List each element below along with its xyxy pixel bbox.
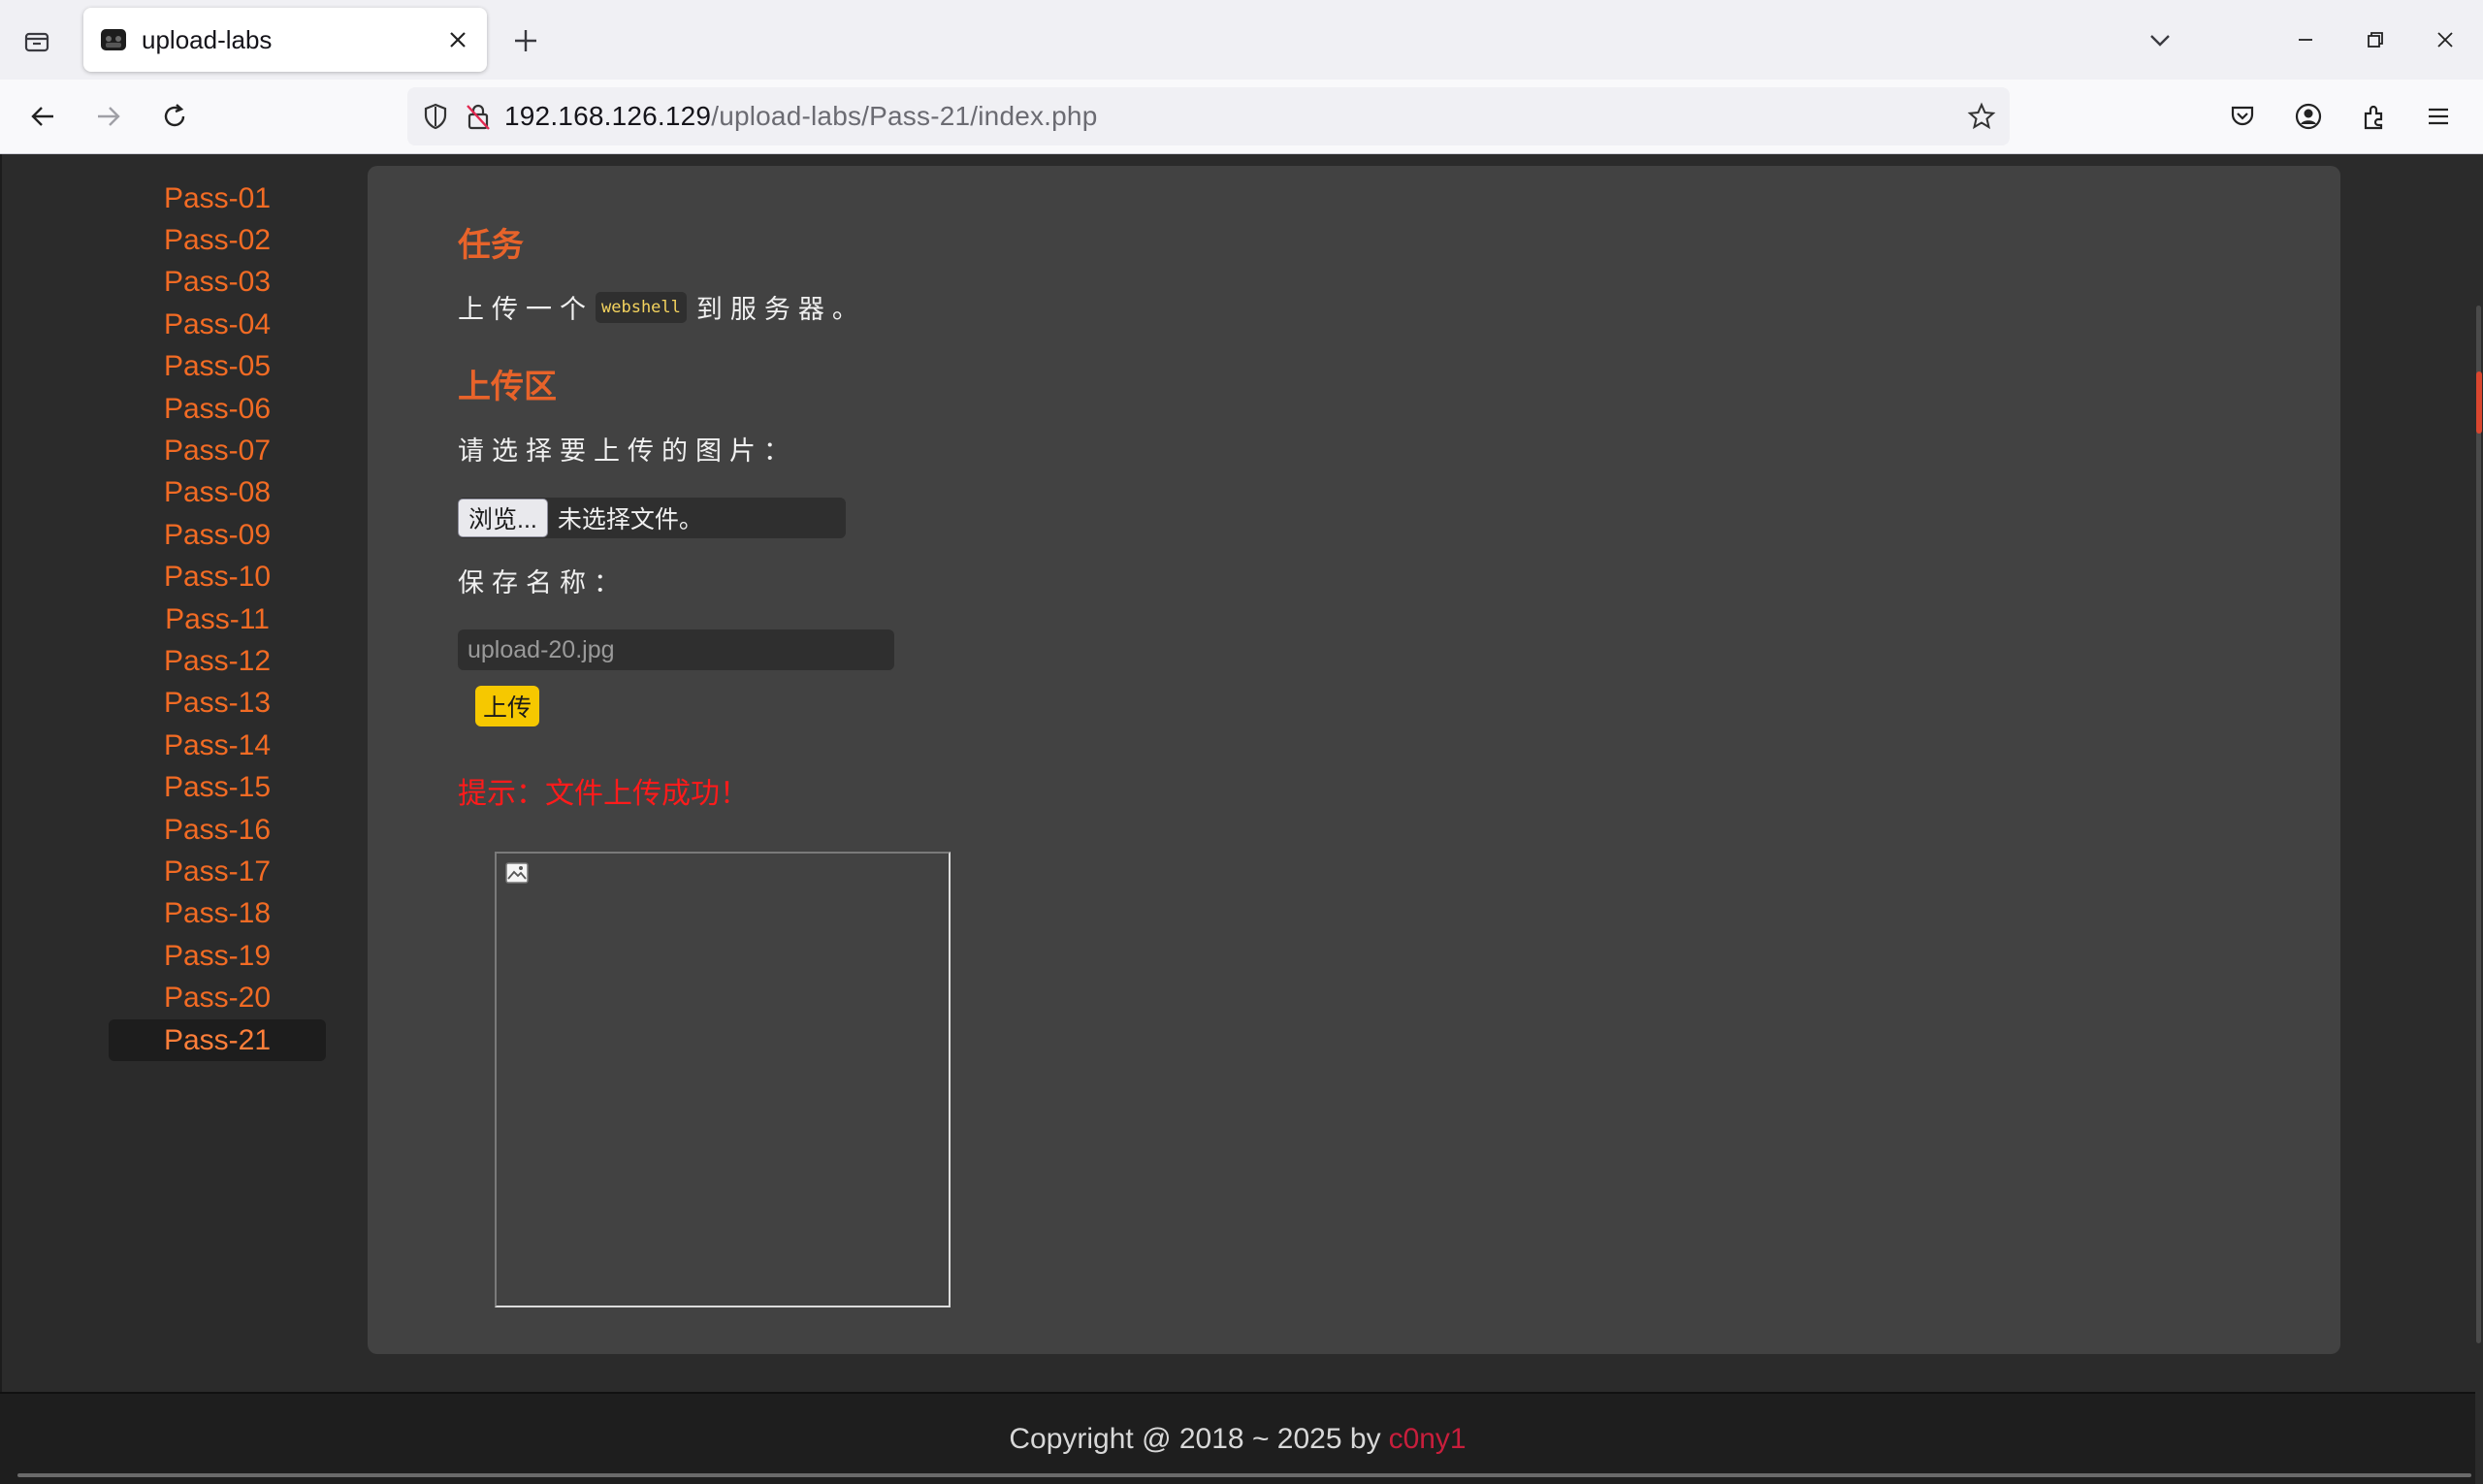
sidebar-item-pass-03[interactable]: Pass-03 (109, 262, 326, 304)
bookmark-star-icon[interactable] (1967, 102, 1996, 136)
sidebar-item-pass-16[interactable]: Pass-16 (109, 809, 326, 851)
sidebar-item-pass-10[interactable]: Pass-10 (109, 557, 326, 598)
scrollbar-thumb[interactable] (2476, 306, 2481, 1343)
minimize-icon[interactable] (2281, 17, 2330, 62)
list-all-tabs-chevron-down-icon[interactable] (2136, 17, 2184, 62)
task-heading: 任务 (458, 227, 524, 264)
sidebar-item-pass-17[interactable]: Pass-17 (109, 851, 326, 892)
sidebar-nav: Pass-01 Pass-02 Pass-03 Pass-04 Pass-05 … (109, 177, 326, 1062)
page-frame: Pass-01 Pass-02 Pass-03 Pass-04 Pass-05 … (0, 154, 2475, 1392)
browse-button[interactable]: 浏览... (458, 499, 548, 537)
upload-submit-button[interactable]: 上传 (475, 686, 540, 726)
footer: Copyright @ 2018 ~ 2025 by c0ny1 (0, 1392, 2475, 1484)
save-name-input[interactable]: upload-20.jpg (458, 629, 894, 670)
scrollbar-position-marker (2476, 371, 2482, 434)
sidebar-item-pass-13[interactable]: Pass-13 (109, 683, 326, 725)
task-suffix: 到服务器。 (695, 295, 866, 324)
upload-success-tip: 提示：文件上传成功！ (458, 778, 749, 810)
task-description: 上传一个 webshell 到服务器。 (458, 288, 866, 326)
sidebar-item-pass-20[interactable]: Pass-20 (109, 977, 326, 1018)
upload-heading: 上传区 (458, 369, 557, 405)
sidebar-item-pass-14[interactable]: Pass-14 (109, 725, 326, 766)
account-icon[interactable] (2285, 93, 2332, 140)
new-tab-plus-icon[interactable] (504, 19, 547, 62)
restore-window-icon[interactable] (2351, 17, 2400, 62)
horizontal-scrollbar[interactable] (17, 1473, 2471, 1477)
forward-arrow-icon[interactable] (85, 93, 132, 140)
save-name-label: 保存名称： (458, 568, 628, 597)
copyright-text: Copyright @ 2018 ~ 2025 by (1009, 1422, 1381, 1455)
close-window-icon[interactable] (2421, 17, 2469, 62)
insecure-lock-icon[interactable] (464, 102, 493, 131)
file-input[interactable]: 浏览... 未选择文件。 (458, 498, 846, 538)
reload-icon[interactable] (151, 93, 198, 140)
tab-bar: upload-labs (0, 0, 2483, 80)
site-favicon-icon (99, 25, 128, 54)
sidebar-item-pass-21[interactable]: Pass-21 (109, 1018, 326, 1062)
navigation-bar: 192.168.126.129/upload-labs/Pass-21/inde… (0, 80, 2483, 154)
extensions-icon[interactable] (2351, 93, 2398, 140)
sidebar-item-pass-05[interactable]: Pass-05 (109, 346, 326, 388)
sidebar-item-pass-12[interactable]: Pass-12 (109, 640, 326, 682)
sidebar-item-pass-01[interactable]: Pass-01 (109, 177, 326, 219)
sidebar-item-pass-07[interactable]: Pass-07 (109, 430, 326, 471)
sidebar-item-pass-19[interactable]: Pass-19 (109, 935, 326, 977)
url-text: 192.168.126.129/upload-labs/Pass-21/inde… (504, 101, 1097, 132)
browser-tab[interactable]: upload-labs (83, 8, 487, 72)
page-content: Pass-01 Pass-02 Pass-03 Pass-04 Pass-05 … (0, 154, 2483, 1484)
task-prefix: 上传一个 (458, 295, 594, 324)
sidebar-item-pass-06[interactable]: Pass-06 (109, 388, 326, 430)
author-link[interactable]: c0ny1 (1389, 1423, 1467, 1456)
tab-title: upload-labs (142, 24, 273, 54)
url-path: /upload-labs/Pass-21/index.php (711, 101, 1098, 131)
back-arrow-icon[interactable] (19, 93, 66, 140)
file-status-text: 未选择文件。 (557, 506, 703, 533)
close-tab-icon[interactable] (438, 20, 477, 59)
menu-hamburger-icon[interactable] (2415, 93, 2462, 140)
vertical-scrollbar[interactable] (2475, 154, 2483, 1482)
broken-image-icon (504, 861, 530, 887)
pocket-icon[interactable] (2219, 93, 2266, 140)
sidebar-item-pass-18[interactable]: Pass-18 (109, 893, 326, 935)
address-bar[interactable]: 192.168.126.129/upload-labs/Pass-21/inde… (407, 87, 2010, 145)
sidebar-item-pass-08[interactable]: Pass-08 (109, 472, 326, 514)
sidebar-item-pass-15[interactable]: Pass-15 (109, 766, 326, 808)
sidebar-item-pass-04[interactable]: Pass-04 (109, 304, 326, 345)
sidebar-item-pass-02[interactable]: Pass-02 (109, 219, 326, 261)
main-panel: 任务 上传一个 webshell 到服务器。 上传区 请选择要上传的图片： 浏览… (368, 166, 2340, 1354)
webshell-code: webshell (596, 291, 687, 323)
shield-icon[interactable] (421, 102, 450, 131)
url-host: 192.168.126.129 (504, 101, 712, 131)
sidebar-item-pass-09[interactable]: Pass-09 (109, 514, 326, 556)
uploaded-image-preview (495, 852, 951, 1307)
choose-image-label: 请选择要上传的图片： (458, 436, 797, 466)
tab-list-icon[interactable] (16, 19, 58, 62)
sidebar-item-pass-11[interactable]: Pass-11 (109, 598, 326, 640)
